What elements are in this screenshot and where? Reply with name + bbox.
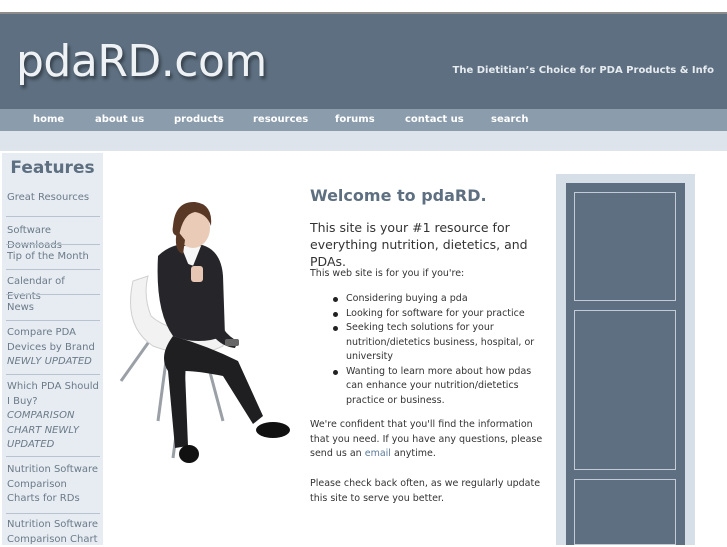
sub-nav-bar	[0, 131, 727, 151]
promo-box	[574, 310, 676, 470]
list-item: Seeking tech solutions for your nutritio…	[333, 321, 546, 365]
sidebar-divider	[6, 374, 100, 375]
site-tagline: The Dietitian’s Choice for PDA Products …	[452, 65, 714, 76]
top-rule	[0, 0, 727, 14]
sidebar-divider	[6, 244, 100, 245]
sidebar-divider	[6, 294, 100, 295]
promo-box	[574, 192, 676, 301]
sidebar-item-great-resources[interactable]: Great Resources	[7, 191, 100, 206]
sidebar-divider	[6, 513, 100, 514]
sidebar-divider	[6, 456, 100, 457]
check-back-text: Please check back often, as we regularly…	[310, 478, 541, 504]
nav-resources[interactable]: resources	[253, 109, 308, 131]
nav-home[interactable]: home	[33, 109, 64, 131]
sidebar-item-compare-pda[interactable]: Compare PDA Devices by Brand NEWLY UPDAT…	[7, 326, 100, 370]
sidebar-item-which-pda[interactable]: Which PDA Should I Buy? COMPARISON CHART…	[7, 380, 100, 453]
nav-products[interactable]: products	[174, 109, 224, 131]
email-link[interactable]: email	[365, 448, 391, 459]
sidebar-item-label: Compare PDA Devices by Brand	[7, 327, 95, 353]
site-logo[interactable]: pdaRD.com	[16, 36, 267, 87]
updated-badge: NEWLY UPDATED	[7, 356, 92, 367]
sidebar-item-nutrition-software-chart[interactable]: Nutrition Software Comparison Chart	[7, 518, 100, 547]
list-item: Wanting to learn more about how pdas can…	[333, 365, 546, 409]
list-item: Considering buying a pda	[333, 292, 546, 307]
sidebar-item-label: Which PDA Should I Buy?	[7, 381, 99, 407]
main-nav: home about us products resources forums …	[0, 109, 727, 131]
nav-contact-us[interactable]: contact us	[405, 109, 464, 131]
page-title: Welcome to pdaRD.	[310, 186, 487, 205]
updated-badge: COMPARISON CHART NEWLY UPDATED	[7, 410, 79, 450]
sidebar-divider	[6, 216, 100, 217]
dietitian-photo	[119, 201, 290, 463]
sidebar-divider	[6, 320, 100, 321]
features-sidebar: Features Great Resources Software Downlo…	[2, 153, 103, 545]
sidebar-item-tip-of-the-month[interactable]: Tip of the Month	[7, 250, 100, 265]
list-item: Looking for software for your practice	[333, 307, 546, 322]
promo-box	[574, 479, 676, 545]
intro-text: This site is your #1 resource for everyt…	[310, 220, 528, 269]
sidebar-item-news[interactable]: News	[7, 301, 100, 316]
sidebar-title: Features	[10, 158, 95, 178]
lead-text: This web site is for you if you're:	[310, 268, 465, 279]
nav-about-us[interactable]: about us	[95, 109, 144, 131]
sidebar-item-software-downloads[interactable]: Software Downloads	[7, 224, 100, 253]
audience-list: Considering buying a pda Looking for sof…	[333, 292, 546, 409]
contact-suffix: anytime.	[390, 448, 436, 459]
sidebar-divider	[6, 269, 100, 270]
nav-forums[interactable]: forums	[335, 109, 375, 131]
contact-paragraph: We're confident that you'll find the inf…	[310, 418, 550, 462]
site-header: pdaRD.com The Dietitian’s Choice for PDA…	[0, 14, 727, 109]
sidebar-item-calendar-of-events[interactable]: Calendar of Events	[7, 275, 100, 304]
sidebar-item-nutrition-software-charts-rds[interactable]: Nutrition Software Comparison Charts for…	[7, 463, 100, 507]
nav-search[interactable]: search	[491, 109, 528, 131]
